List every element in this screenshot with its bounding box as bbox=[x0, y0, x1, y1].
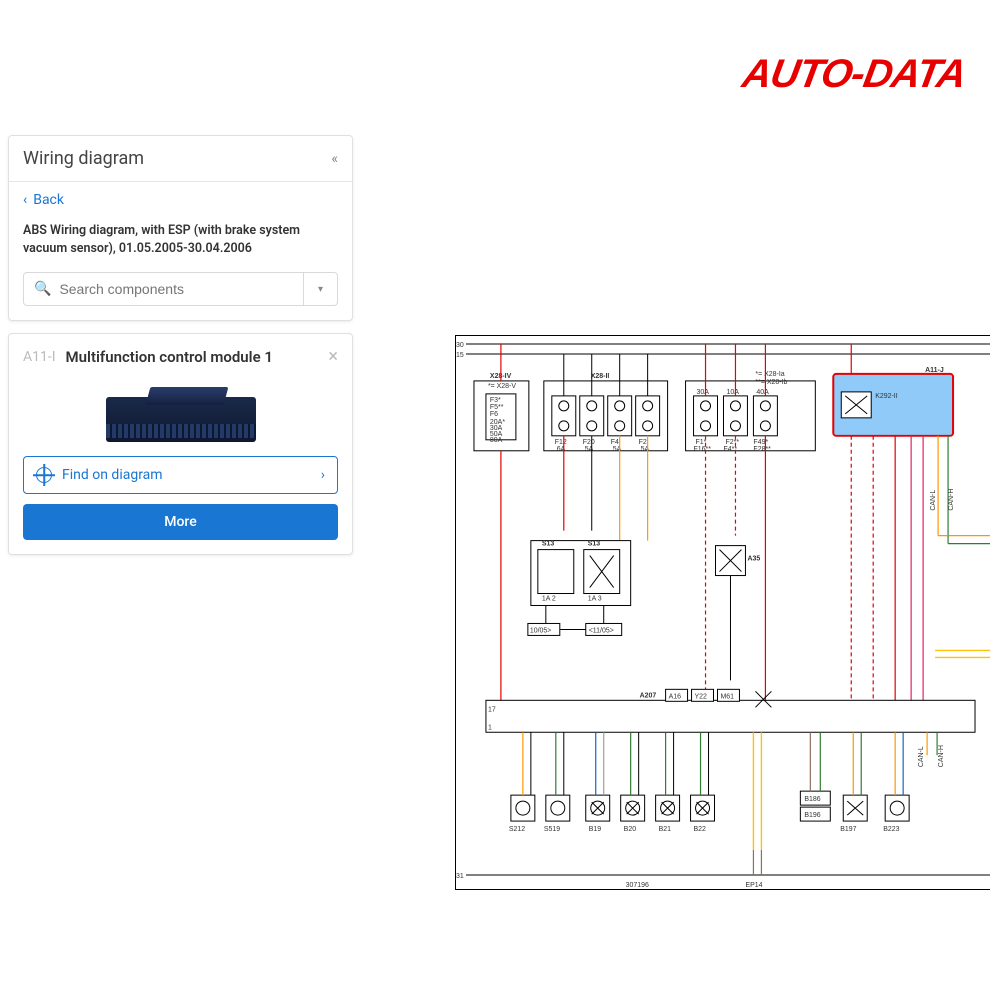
chevron-left-icon: ‹ bbox=[23, 192, 27, 208]
close-icon[interactable]: × bbox=[328, 346, 338, 367]
svg-text:CAN-H: CAN-H bbox=[948, 489, 955, 511]
search-row: 🔍 ▾ bbox=[23, 272, 338, 306]
svg-text:EP14: EP14 bbox=[745, 882, 762, 889]
svg-text:B186: B186 bbox=[804, 796, 820, 803]
module-icon bbox=[106, 387, 256, 442]
svg-text:B196: B196 bbox=[804, 812, 820, 819]
svg-text:B223: B223 bbox=[883, 826, 899, 833]
search-icon: 🔍 bbox=[34, 281, 51, 297]
search-input[interactable] bbox=[59, 281, 293, 297]
svg-text:Y22: Y22 bbox=[695, 693, 708, 700]
svg-text:B19: B19 bbox=[589, 826, 602, 833]
svg-text:1A 2: 1A 2 bbox=[542, 596, 556, 603]
component-name: Multifunction control module 1 bbox=[66, 348, 329, 366]
svg-text:30: 30 bbox=[456, 342, 464, 349]
svg-text:31: 31 bbox=[456, 873, 464, 880]
svg-text:A35: A35 bbox=[747, 556, 760, 563]
svg-text:1: 1 bbox=[488, 724, 492, 731]
svg-text:F2: F2 bbox=[639, 439, 647, 446]
svg-text:A207: A207 bbox=[640, 692, 657, 699]
chevron-down-icon: ▾ bbox=[318, 284, 323, 295]
brand-logo: AUTO-DATA bbox=[739, 52, 969, 97]
svg-text:30A: 30A bbox=[697, 389, 710, 396]
svg-text:15: 15 bbox=[456, 352, 464, 359]
svg-text:A11-J: A11-J bbox=[925, 367, 944, 374]
svg-text:F4: F4 bbox=[611, 439, 619, 446]
svg-text:*= X28-Ia: *= X28-Ia bbox=[755, 371, 784, 378]
component-header: A11-I Multifunction control module 1 × bbox=[9, 334, 352, 379]
svg-text:S519: S519 bbox=[544, 826, 560, 833]
svg-text:F28**: F28** bbox=[753, 446, 771, 453]
svg-text:B21: B21 bbox=[659, 826, 672, 833]
svg-text:F6: F6 bbox=[490, 411, 498, 418]
svg-text:B197: B197 bbox=[840, 826, 856, 833]
svg-text:<11/05>: <11/05> bbox=[589, 627, 614, 634]
svg-text:F16**: F16** bbox=[694, 446, 712, 453]
svg-text:M61: M61 bbox=[720, 693, 734, 700]
svg-text:S212: S212 bbox=[509, 826, 525, 833]
svg-text:40A: 40A bbox=[756, 389, 769, 396]
svg-text:K292-II: K292-II bbox=[875, 393, 898, 400]
svg-text:1A 3: 1A 3 bbox=[588, 596, 602, 603]
find-label: Find on diagram bbox=[62, 467, 163, 483]
sidebar: Wiring diagram « ‹ Back ABS Wiring diagr… bbox=[8, 135, 353, 555]
wiring-diagram-canvas[interactable]: 30 15 X28-IV *= X28-V F3* F5** F6 20A* 3… bbox=[455, 335, 990, 890]
target-icon bbox=[36, 467, 52, 483]
component-image bbox=[9, 379, 352, 456]
wiring-panel: Wiring diagram « ‹ Back ABS Wiring diagr… bbox=[8, 135, 353, 321]
search-input-wrap[interactable]: 🔍 bbox=[23, 272, 304, 306]
svg-text:5A: 5A bbox=[585, 446, 594, 453]
more-label: More bbox=[164, 514, 197, 530]
svg-text:B22: B22 bbox=[694, 826, 707, 833]
svg-text:10/05>: 10/05> bbox=[530, 627, 552, 634]
svg-text:F2**: F2** bbox=[725, 439, 739, 446]
svg-text:X28-II: X28-II bbox=[591, 373, 610, 380]
svg-text:80A: 80A bbox=[490, 437, 503, 444]
component-code: A11-I bbox=[23, 349, 56, 365]
svg-text:CAN-L: CAN-L bbox=[918, 746, 925, 767]
wiring-panel-body: ‹ Back ABS Wiring diagram, with ESP (wit… bbox=[9, 182, 352, 320]
svg-text:F12: F12 bbox=[555, 439, 567, 446]
diagram-svg: 30 15 X28-IV *= X28-V F3* F5** F6 20A* 3… bbox=[456, 336, 990, 890]
collapse-icon[interactable]: « bbox=[331, 151, 338, 167]
component-panel: A11-I Multifunction control module 1 × F… bbox=[8, 333, 353, 555]
wiring-panel-title: Wiring diagram bbox=[23, 148, 144, 169]
svg-text:17: 17 bbox=[488, 706, 496, 713]
more-button[interactable]: More bbox=[23, 504, 338, 540]
svg-text:A16: A16 bbox=[669, 693, 682, 700]
svg-text:307196: 307196 bbox=[626, 882, 649, 889]
back-link[interactable]: ‹ Back bbox=[23, 192, 338, 208]
chevron-right-icon: › bbox=[321, 467, 325, 483]
diagram-description: ABS Wiring diagram, with ESP (with brake… bbox=[23, 222, 338, 258]
svg-text:S13: S13 bbox=[542, 541, 555, 548]
svg-text:F5**: F5** bbox=[490, 404, 504, 411]
svg-text:CAN-L: CAN-L bbox=[930, 490, 937, 511]
svg-text:F3*: F3* bbox=[490, 397, 501, 404]
search-dropdown[interactable]: ▾ bbox=[304, 272, 338, 306]
find-on-diagram-button[interactable]: Find on diagram › bbox=[23, 456, 338, 494]
svg-text:S13: S13 bbox=[588, 541, 601, 548]
wiring-panel-header: Wiring diagram « bbox=[9, 136, 352, 182]
component-actions: Find on diagram › More bbox=[9, 456, 352, 554]
svg-text:CAN-H: CAN-H bbox=[938, 745, 945, 767]
svg-text:F20: F20 bbox=[583, 439, 595, 446]
svg-text:10A: 10A bbox=[726, 389, 739, 396]
back-label: Back bbox=[33, 192, 64, 208]
svg-text:B20: B20 bbox=[624, 826, 637, 833]
svg-text:F49*: F49* bbox=[753, 439, 768, 446]
svg-text:**= X28-Ib: **= X28-Ib bbox=[755, 379, 787, 386]
svg-text:*= X28-V: *= X28-V bbox=[488, 383, 516, 390]
